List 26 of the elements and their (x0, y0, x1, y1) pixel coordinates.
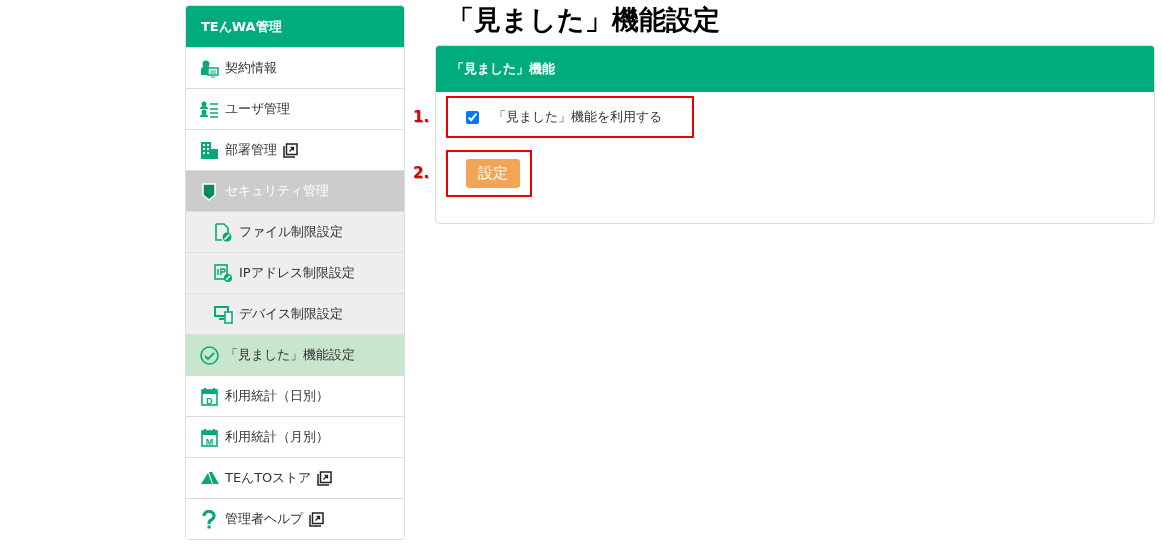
panel-title: 「見ました」機能 (436, 46, 1154, 92)
calendar-icon: D (200, 386, 219, 406)
question-icon (200, 509, 219, 529)
external-link-icon (317, 470, 333, 486)
sidebar-item[interactable]: デバイス制限設定 (186, 293, 404, 334)
person-card-icon (200, 58, 219, 78)
checkbox-label[interactable]: 「見ました」機能を利用する (493, 107, 662, 127)
sidebar-item[interactable]: ファイル制限設定 (186, 211, 404, 252)
checkbox[interactable] (466, 110, 479, 124)
sidebar-item[interactable]: 「見ました」機能設定 (186, 334, 404, 375)
sidebar-item[interactable]: IPアドレス制限設定 (186, 252, 404, 293)
check-circle-icon (200, 345, 219, 365)
external-link-icon (283, 142, 298, 158)
sidebar-item[interactable]: 管理者ヘルプ (186, 498, 404, 539)
ip-block-icon (214, 263, 233, 283)
sidebar-title: TEんWA管理 (186, 6, 404, 47)
shield-icon (200, 181, 219, 201)
building-icon (200, 140, 219, 160)
calendar-icon: M (200, 427, 219, 447)
external-link-icon (309, 511, 324, 527)
devices-icon (214, 304, 233, 324)
file-block-icon (214, 222, 233, 242)
user-list-icon (200, 99, 219, 119)
callout-number: 2. (413, 163, 430, 185)
callout-number: 1. (413, 106, 430, 128)
page-title: 「見ました」機能設定 (447, 5, 721, 35)
